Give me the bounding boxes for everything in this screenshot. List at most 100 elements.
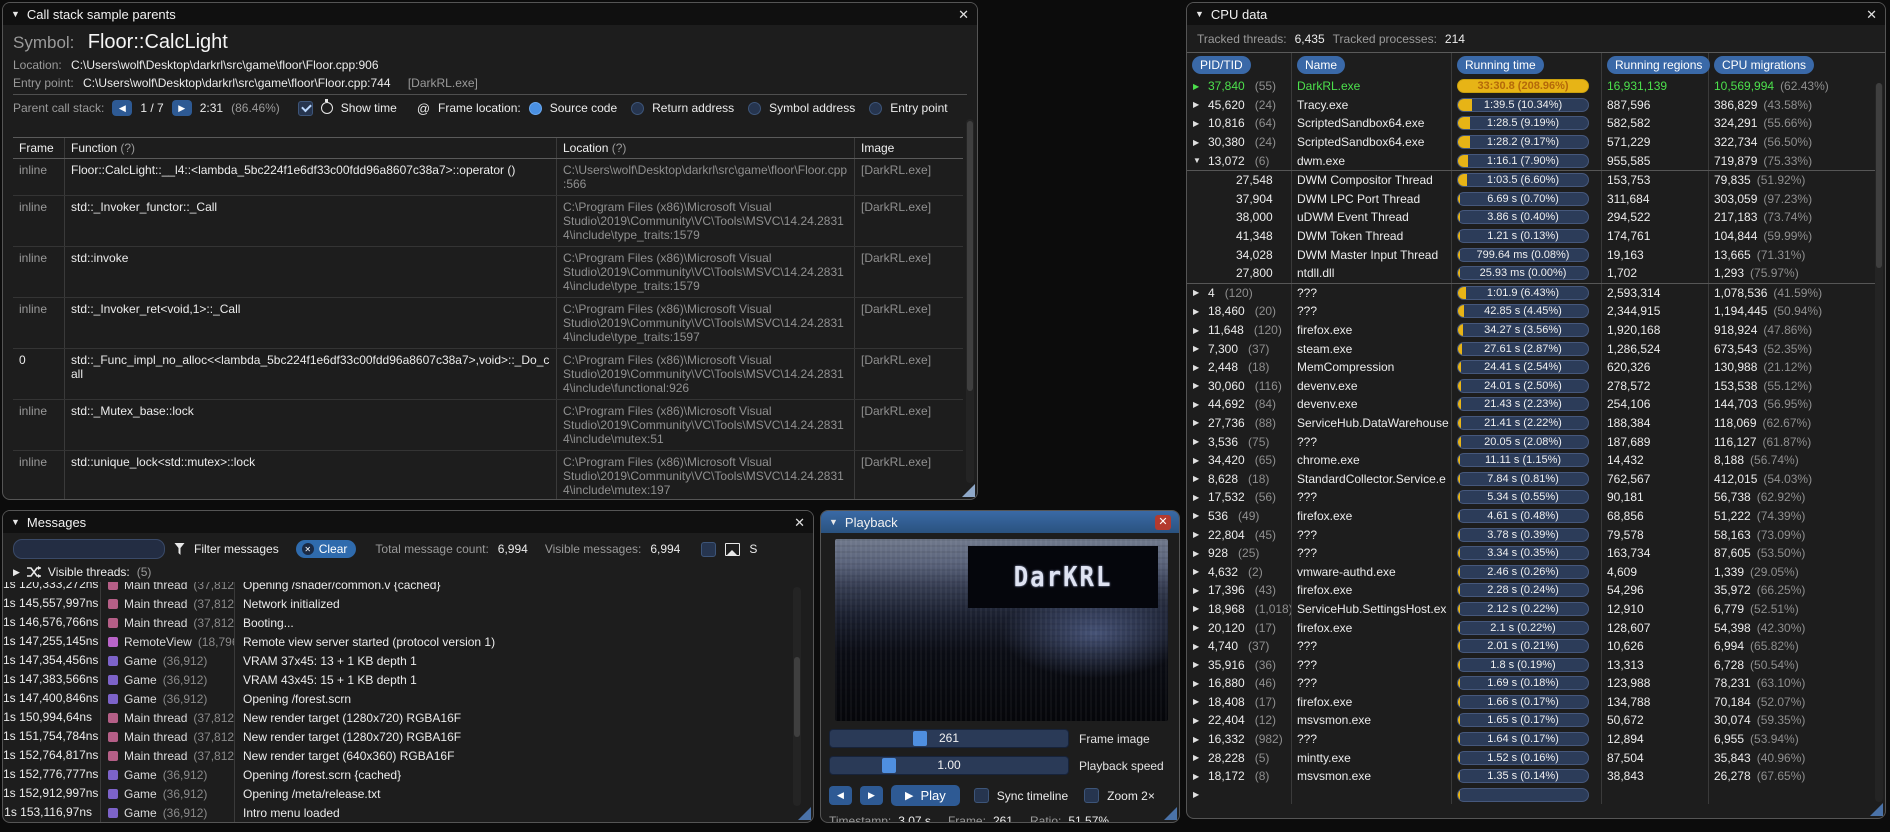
cpu-process-row[interactable]: ▶ 17,532 (56) ??? 5.34 s (0.55%) 90,181 … bbox=[1187, 488, 1875, 507]
expand-arrow-icon[interactable]: ▶ bbox=[1193, 530, 1203, 539]
cpu-process-row[interactable]: ▶ 20,120 (17) firefox.exe 2.1 s (0.22%) … bbox=[1187, 618, 1875, 637]
callstack-scrollbar[interactable] bbox=[966, 119, 974, 483]
collapse-caret-icon[interactable]: ▼ bbox=[1195, 9, 1204, 19]
playback-speed-slider[interactable]: 1.00 bbox=[829, 756, 1069, 775]
cpu-process-row[interactable]: ▶ 30,060 (116) devenv.exe 24.01 s (2.50%… bbox=[1187, 376, 1875, 396]
cpu-process-row[interactable]: ▶ 45,620 (24) Tracy.exe 1:39.5 (10.34%) … bbox=[1187, 95, 1875, 115]
cpu-process-row[interactable]: ▶ bbox=[1187, 785, 1875, 805]
cpu-process-row[interactable]: ▶ 7,300 (37) steam.exe 27.61 s (2.87%) 1… bbox=[1187, 339, 1875, 358]
expand-arrow-icon[interactable]: ▶ bbox=[1193, 679, 1203, 688]
step-back-button[interactable]: ◀ bbox=[829, 786, 852, 805]
cpu-process-row[interactable]: ▶ 27,736 (88) ServiceHub.DataWarehouse 2… bbox=[1187, 413, 1875, 433]
message-row[interactable]: 1s 147,400,846ns Game (36,912) Opening /… bbox=[3, 689, 795, 708]
callstack-row[interactable]: inline Floor::CalcLight::__l4::<lambda_5… bbox=[13, 159, 963, 196]
cpu-process-row[interactable]: ▶ 37,840 (55) DarkRL.exe 33:30.8 (208.96… bbox=[1187, 77, 1875, 96]
message-row[interactable]: 1s 147,255,145ns RemoteView (18,796) Rem… bbox=[3, 632, 795, 651]
expand-arrow-icon[interactable]: ▶ bbox=[1193, 100, 1203, 109]
expand-arrow-icon[interactable]: ▶ bbox=[1193, 604, 1203, 613]
expand-arrow-icon[interactable]: ▶ bbox=[1193, 735, 1203, 744]
callstack-row[interactable]: inline std::_Mutex_base::lock C:\Program… bbox=[13, 400, 963, 451]
radio-return-address[interactable] bbox=[631, 101, 645, 115]
collapse-caret-icon[interactable]: ▼ bbox=[11, 9, 20, 19]
expand-arrow-icon[interactable]: ▶ bbox=[1193, 400, 1203, 409]
expand-arrow-icon[interactable]: ▶ bbox=[1193, 642, 1203, 651]
message-row[interactable]: 1s 120,333,272ns Main thread (37,812) Op… bbox=[3, 582, 795, 594]
resize-grip[interactable] bbox=[1164, 807, 1177, 820]
expand-arrow-icon[interactable]: ▶ bbox=[1193, 586, 1203, 595]
message-row[interactable]: 1s 146,576,766ns Main thread (37,812) Bo… bbox=[3, 613, 795, 632]
messages-scrollbar[interactable] bbox=[793, 587, 801, 806]
cpu-process-row[interactable]: 27,548 DWM Compositor Thread 1:03.5 (6.6… bbox=[1187, 169, 1875, 190]
expand-arrow-icon[interactable]: ▶ bbox=[1193, 418, 1203, 427]
expand-arrow-icon[interactable]: ▶ bbox=[1193, 456, 1203, 465]
cpu-process-row[interactable]: ▶ 536 (49) firefox.exe 4.61 s (0.48%) 68… bbox=[1187, 506, 1875, 526]
expand-arrow-icon[interactable]: ▶ bbox=[1193, 790, 1203, 799]
expand-arrow-icon[interactable]: ▶ bbox=[1193, 344, 1203, 353]
filter-input[interactable] bbox=[13, 539, 165, 559]
cpu-process-row[interactable]: ▶ 928 (25) ??? 3.34 s (0.35%) 163,734 87… bbox=[1187, 543, 1875, 563]
sort-name-button[interactable]: Name bbox=[1297, 56, 1346, 74]
cpu-process-row[interactable]: ▶ 16,332 (982) ??? 1.64 s (0.17%) 12,894… bbox=[1187, 729, 1875, 749]
cpu-process-row[interactable]: ▼ 13,072 (6) dwm.exe 1:16.1 (7.90%) 955,… bbox=[1187, 151, 1875, 170]
prev-callstack-button[interactable]: ◀ bbox=[112, 100, 133, 116]
cpu-process-row[interactable]: ▶ 30,380 (24) ScriptedSandbox64.exe 1:28… bbox=[1187, 132, 1875, 152]
expand-arrow-icon[interactable]: ▶ bbox=[1193, 138, 1203, 147]
radio-entry-point[interactable] bbox=[869, 101, 883, 115]
cpu-process-row[interactable]: ▶ 11,648 (120) firefox.exe 34.27 s (3.56… bbox=[1187, 320, 1875, 340]
message-row[interactable]: 1s 152,912,997ns Game (36,912) Opening /… bbox=[3, 784, 795, 803]
callstack-row[interactable]: inline std::invoke C:\Program Files (x86… bbox=[13, 247, 963, 298]
cpu-process-row[interactable]: ▶ 18,408 (17) firefox.exe 1.66 s (0.17%)… bbox=[1187, 692, 1875, 712]
cpu-process-row[interactable]: 27,800 ntdll.dll 25.93 ms (0.00%) 1,702 … bbox=[1187, 263, 1875, 283]
sort-running-time-button[interactable]: Running time bbox=[1457, 56, 1544, 74]
cpu-process-row[interactable]: ▶ 4,740 (37) ??? 2.01 s (0.21%) 10,626 6… bbox=[1187, 636, 1875, 656]
callstack-row[interactable]: inline std::_Invoker_functor::_Call C:\P… bbox=[13, 196, 963, 247]
cpu-process-row[interactable]: ▶ 2,448 (18) MemCompression 24.41 s (2.5… bbox=[1187, 357, 1875, 377]
cpu-process-row[interactable]: ▶ 3,536 (75) ??? 20.05 s (2.08%) 187,689… bbox=[1187, 432, 1875, 451]
expand-arrow-icon[interactable]: ▶ bbox=[1193, 119, 1203, 128]
message-row[interactable]: 1s 152,764,817ns Main thread (37,812) Ne… bbox=[3, 746, 795, 765]
expand-arrow-icon[interactable]: ▶ bbox=[1193, 82, 1203, 91]
next-callstack-button[interactable]: ▶ bbox=[171, 100, 192, 116]
cpu-process-row[interactable]: ▶ 16,880 (46) ??? 1.69 s (0.18%) 123,988… bbox=[1187, 674, 1875, 693]
cpu-process-row[interactable]: 37,904 DWM LPC Port Thread 6.69 s (0.70%… bbox=[1187, 189, 1875, 209]
threads-expander-icon[interactable]: ▶ bbox=[13, 567, 20, 578]
sort-pid-button[interactable]: PID/TID bbox=[1192, 56, 1251, 74]
sort-running-regions-button[interactable]: Running regions bbox=[1607, 56, 1711, 74]
message-row[interactable]: 1s 147,354,456ns Game (36,912) VRAM 37x4… bbox=[3, 651, 795, 670]
close-icon[interactable]: ✕ bbox=[958, 8, 969, 21]
close-icon[interactable]: ✕ bbox=[1866, 8, 1877, 21]
expand-arrow-icon[interactable]: ▶ bbox=[1193, 474, 1203, 483]
close-icon[interactable]: ✕ bbox=[1155, 514, 1171, 530]
radio-source-code[interactable] bbox=[528, 101, 542, 115]
cpu-process-row[interactable]: ▶ 44,692 (84) devenv.exe 21.43 s (2.23%)… bbox=[1187, 395, 1875, 414]
cpu-process-row[interactable]: ▶ 28,228 (5) mintty.exe 1.52 s (0.16%) 8… bbox=[1187, 748, 1875, 767]
cpu-scrollbar[interactable] bbox=[1875, 83, 1883, 802]
callstack-row[interactable]: inline std::unique_lock<std::mutex>::loc… bbox=[13, 451, 963, 499]
cpu-process-row[interactable]: ▶ 18,460 (20) ??? 42.85 s (4.45%) 2,344,… bbox=[1187, 302, 1875, 321]
show-time-checkbox[interactable] bbox=[297, 100, 313, 116]
collapse-caret-icon[interactable]: ▼ bbox=[829, 517, 838, 527]
cpu-process-row[interactable]: ▶ 18,172 (8) msvsmon.exe 1.35 s (0.14%) … bbox=[1187, 766, 1875, 786]
message-row[interactable]: 1s 145,557,997ns Main thread (37,812) Ne… bbox=[3, 594, 795, 613]
cpu-process-row[interactable]: ▶ 35,916 (36) ??? 1.8 s (0.19%) 13,313 6… bbox=[1187, 655, 1875, 674]
message-row[interactable]: 1s 152,776,777ns Game (36,912) Opening /… bbox=[3, 765, 795, 784]
expand-arrow-icon[interactable]: ▶ bbox=[1193, 660, 1203, 669]
cpu-process-row[interactable]: ▶ 10,816 (64) ScriptedSandbox64.exe 1:28… bbox=[1187, 114, 1875, 133]
clear-button[interactable]: ✕ Clear bbox=[295, 540, 357, 558]
message-row[interactable]: 1s 150,994,64ns Main thread (37,812) New… bbox=[3, 708, 795, 727]
expand-arrow-icon[interactable]: ▶ bbox=[1193, 697, 1203, 706]
expand-arrow-icon[interactable]: ▶ bbox=[1193, 716, 1203, 725]
expand-arrow-icon[interactable]: ▶ bbox=[1193, 623, 1203, 632]
resize-grip[interactable] bbox=[798, 807, 811, 820]
resize-grip[interactable] bbox=[962, 484, 975, 497]
expand-arrow-icon[interactable]: ▼ bbox=[1193, 156, 1203, 165]
show-images-checkbox[interactable] bbox=[701, 541, 717, 557]
expand-arrow-icon[interactable]: ▶ bbox=[1193, 772, 1203, 781]
message-row[interactable]: 1s 147,383,566ns Game (36,912) VRAM 43x4… bbox=[3, 670, 795, 689]
expand-arrow-icon[interactable]: ▶ bbox=[1193, 307, 1203, 316]
cpu-process-row[interactable]: 34,028 DWM Master Input Thread 799.64 ms… bbox=[1187, 245, 1875, 264]
expand-arrow-icon[interactable]: ▶ bbox=[1193, 326, 1203, 335]
cpu-process-row[interactable]: 38,000 uDWM Event Thread 3.86 s (0.40%) … bbox=[1187, 208, 1875, 227]
expand-arrow-icon[interactable]: ▶ bbox=[1193, 363, 1203, 372]
cpu-process-row[interactable]: ▶ 34,420 (65) chrome.exe 11.11 s (1.15%)… bbox=[1187, 450, 1875, 470]
